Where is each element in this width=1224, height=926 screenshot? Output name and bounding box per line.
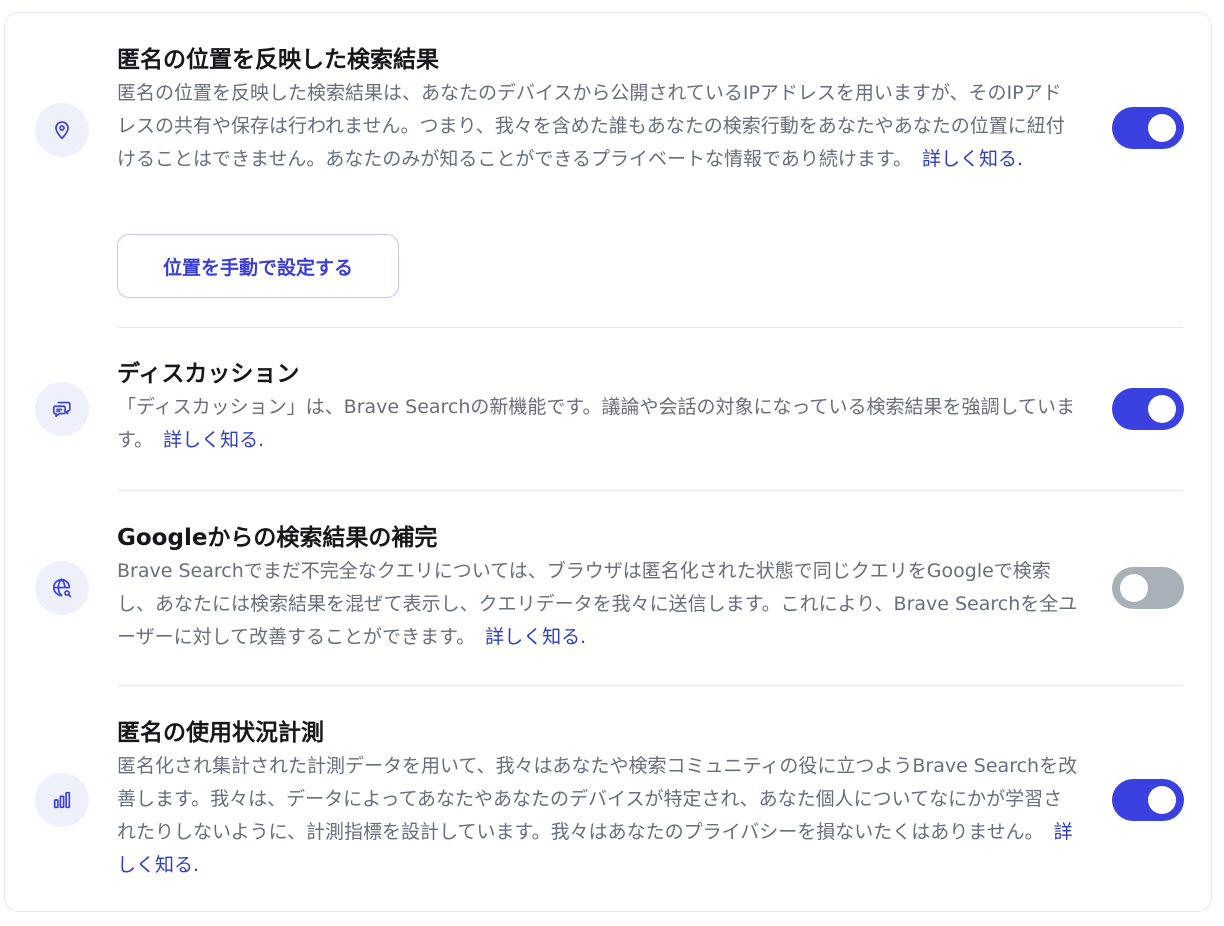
toggle-knob xyxy=(1120,574,1148,602)
learn-more-link[interactable]: 詳しく知る. xyxy=(922,148,1023,170)
section-usage-metrics: 匿名の使用状況計測 匿名化され集計された計測データを用いて、我々はあなたや検索コ… xyxy=(117,718,1079,882)
toggle-knob xyxy=(1148,786,1176,814)
description-text: Brave Searchでまだ不完全なクエリについては、ブラウザは匿名化された状… xyxy=(117,560,1078,648)
anonymous-location-toggle[interactable] xyxy=(1112,107,1184,149)
google-fallback-toggle[interactable] xyxy=(1112,567,1184,609)
divider xyxy=(117,685,1183,686)
discussions-toggle[interactable] xyxy=(1112,388,1184,430)
learn-more-link[interactable]: 詳しく知る. xyxy=(163,429,264,451)
globe-search-icon xyxy=(35,561,89,615)
usage-metrics-toggle[interactable] xyxy=(1112,779,1184,821)
learn-more-link[interactable]: 詳しく知る. xyxy=(485,626,586,648)
bar-chart-icon xyxy=(35,773,89,827)
section-description: 匿名の位置を反映した検索結果は、あなたのデバイスから公開されているIPアドレスを… xyxy=(117,77,1079,176)
settings-card: 匿名の位置を反映した検索結果 匿名の位置を反映した検索結果は、あなたのデバイスか… xyxy=(4,12,1212,912)
toggle-knob xyxy=(1148,395,1176,423)
divider xyxy=(117,327,1183,328)
section-description: 匿名化され集計された計測データを用いて、我々はあなたや検索コミュニティの役に立つ… xyxy=(117,750,1079,882)
location-pin-icon xyxy=(35,103,89,157)
description-text: 匿名化され集計された計測データを用いて、我々はあなたや検索コミュニティの役に立つ… xyxy=(117,755,1078,843)
section-title: 匿名の位置を反映した検索結果 xyxy=(117,47,439,73)
section-description: 「ディスカッション」は、Brave Searchの新機能です。議論や会話の対象に… xyxy=(117,391,1079,457)
section-discussions: ディスカッション 「ディスカッション」は、Brave Searchの新機能です。… xyxy=(117,359,1079,457)
section-title: Googleからの検索結果の補完 xyxy=(117,525,438,551)
toggle-knob xyxy=(1148,114,1176,142)
section-anonymous-location: 匿名の位置を反映した検索結果 匿名の位置を反映した検索結果は、あなたのデバイスか… xyxy=(117,45,1079,176)
section-title: ディスカッション xyxy=(117,361,300,387)
section-google-fallback: Googleからの検索結果の補完 Brave Searchでまだ不完全なクエリに… xyxy=(117,523,1079,654)
set-location-manually-button[interactable]: 位置を手動で設定する xyxy=(117,234,399,298)
section-title: 匿名の使用状況計測 xyxy=(117,720,324,746)
divider xyxy=(117,490,1183,491)
section-description: Brave Searchでまだ不完全なクエリについては、ブラウザは匿名化された状… xyxy=(117,555,1079,654)
discussion-icon xyxy=(35,382,89,436)
